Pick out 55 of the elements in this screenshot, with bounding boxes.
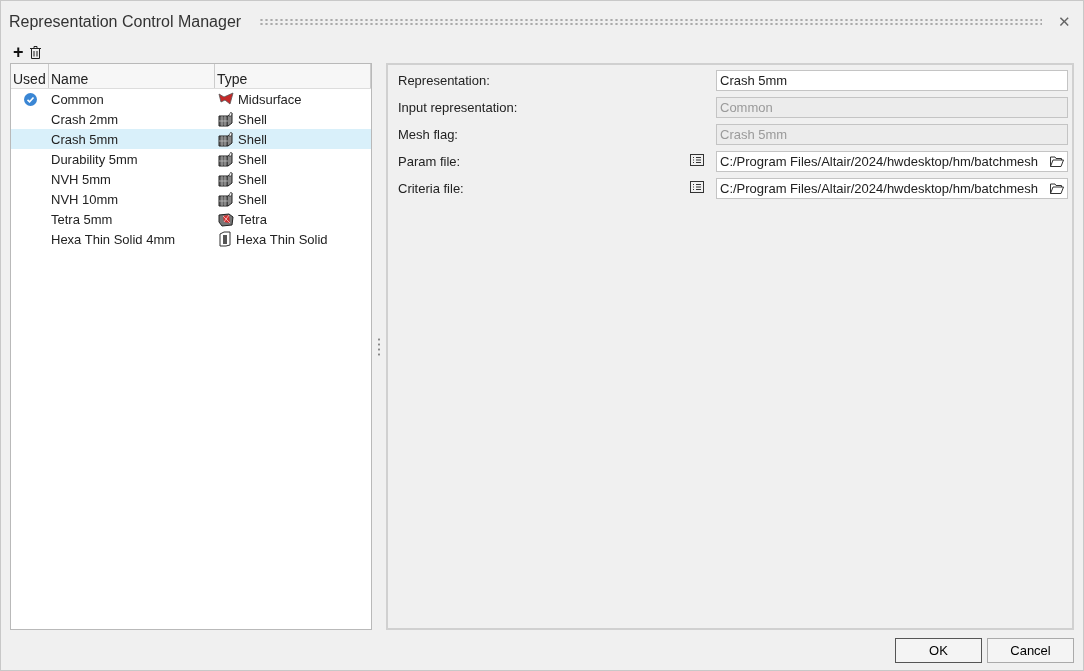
list-icon[interactable]: [690, 154, 704, 166]
table-row[interactable]: Hexa Thin Solid 4mm Hexa Thin Solid: [11, 229, 371, 249]
shell-mesh-icon: [218, 111, 234, 127]
type-cell: Shell: [238, 151, 267, 167]
name-cell-text: NVH 5mm: [50, 171, 112, 187]
list-icon[interactable]: [690, 181, 704, 193]
type-cell: Shell: [238, 171, 267, 187]
name-cell-text: Durability 5mm: [50, 151, 139, 167]
type-cell: Shell: [238, 131, 267, 147]
table-row[interactable]: Tetra 5mm Tetra: [11, 209, 371, 229]
name-cell-text: NVH 10mm: [50, 191, 120, 207]
type-cell: Shell: [238, 191, 267, 207]
name-cell-text: Hexa Thin Solid 4mm: [50, 231, 177, 247]
ok-button[interactable]: OK: [895, 637, 982, 663]
column-header[interactable]: Name: [49, 64, 215, 88]
type-cell: Shell: [238, 111, 267, 127]
field-label: Input representation:: [398, 100, 519, 115]
splitter-handle[interactable]: [378, 336, 380, 357]
table-row[interactable]: NVH 5mm Shell: [11, 169, 371, 189]
midsurface-icon: [218, 92, 234, 106]
add-button[interactable]: +: [13, 45, 24, 59]
folder-icon[interactable]: [1050, 183, 1064, 194]
table-row[interactable]: Crash 5mm Shell: [11, 129, 371, 149]
field-label: Representation:: [398, 73, 491, 88]
drag-handle[interactable]: [259, 18, 1042, 26]
trash-icon[interactable]: [29, 45, 41, 59]
file-path-field[interactable]: C:/Program Files/Altair/2024/hwdesktop/hm/batchmesh: [716, 151, 1068, 172]
type-cell: Midsurface: [238, 91, 302, 107]
name-cell-text: Common: [50, 91, 105, 107]
shell-mesh-icon: [218, 151, 234, 167]
file-path-field[interactable]: C:/Program Files/Altair/2024/hwdesktop/hm/batchmesh: [716, 178, 1068, 199]
name-cell-text: Tetra 5mm: [50, 211, 114, 227]
close-button[interactable]: ✕: [1054, 13, 1075, 31]
type-cell: Hexa Thin Solid: [236, 231, 328, 247]
name-cell-text: Crash 2mm: [50, 111, 120, 127]
field-label: Criteria file:: [398, 181, 465, 196]
shell-mesh-icon: [218, 131, 234, 147]
column-header[interactable]: Used: [11, 64, 49, 88]
tetra-mesh-icon: [218, 211, 234, 227]
shell-mesh-icon: [218, 171, 234, 187]
type-cell: Tetra: [238, 211, 267, 227]
field-label: Param file:: [398, 154, 462, 169]
table-row[interactable]: Crash 2mm Shell: [11, 109, 371, 129]
table-row[interactable]: Durability 5mm Shell: [11, 149, 371, 169]
window-title: Representation Control Manager: [9, 13, 242, 31]
table-row[interactable]: NVH 10mm Shell: [11, 189, 371, 209]
name-cell-text: Crash 5mm: [50, 131, 120, 147]
shell-mesh-icon: [218, 191, 234, 207]
field-label: Mesh flag:: [398, 127, 459, 142]
table-row[interactable]: Common Midsurface: [11, 89, 371, 109]
column-header[interactable]: Type: [215, 64, 371, 88]
folder-icon[interactable]: [1050, 156, 1064, 167]
cancel-button[interactable]: Cancel: [987, 637, 1074, 663]
thin-solid-icon: [218, 231, 232, 247]
text-field[interactable]: Crash 5mm: [716, 70, 1068, 91]
